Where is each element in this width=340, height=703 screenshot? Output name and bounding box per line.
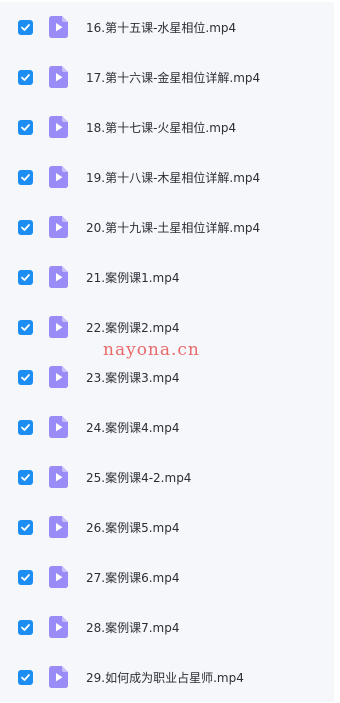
checkbox-checked-icon[interactable] [18, 219, 33, 235]
file-name[interactable]: 25.案例课4-2.mp4 [86, 469, 191, 486]
file-name[interactable]: 20.第十九课-土星相位详解.mp4 [86, 219, 260, 236]
checkbox-checked-icon[interactable] [18, 569, 33, 585]
file-name[interactable]: 16.第十五课-水星相位.mp4 [86, 19, 236, 36]
checkbox-checked-icon[interactable] [18, 19, 33, 35]
video-file-icon [49, 466, 68, 488]
file-name[interactable]: 27.案例课6.mp4 [86, 569, 179, 586]
file-name[interactable]: 24.案例课4.mp4 [86, 419, 179, 436]
file-row[interactable]: 17.第十六课-金星相位详解.mp4 [0, 52, 334, 102]
file-name[interactable]: 23.案例课3.mp4 [86, 369, 179, 386]
file-name[interactable]: 22.案例课2.mp4 [86, 319, 179, 336]
file-row[interactable]: 24.案例课4.mp4 [0, 402, 334, 452]
file-list: 16.第十五课-水星相位.mp4 17.第十六课-金星相位详解.mp4 18.第… [0, 2, 334, 702]
checkbox-checked-icon[interactable] [18, 519, 33, 535]
video-file-icon [49, 366, 68, 388]
checkbox-checked-icon[interactable] [18, 419, 33, 435]
video-file-icon [49, 616, 68, 638]
file-row[interactable]: 20.第十九课-土星相位详解.mp4 [0, 202, 334, 252]
video-file-icon [49, 416, 68, 438]
file-name[interactable]: 19.第十八课-木星相位详解.mp4 [86, 169, 260, 186]
file-row[interactable]: 21.案例课1.mp4 [0, 252, 334, 302]
file-row[interactable]: 22.案例课2.mp4 [0, 302, 334, 352]
checkbox-checked-icon[interactable] [18, 669, 33, 685]
file-name[interactable]: 26.案例课5.mp4 [86, 519, 179, 536]
video-file-icon [49, 316, 68, 338]
checkbox-checked-icon[interactable] [18, 619, 33, 635]
file-row[interactable]: 28.案例课7.mp4 [0, 602, 334, 652]
file-name[interactable]: 29.如何成为职业占星师.mp4 [86, 669, 244, 686]
checkbox-checked-icon[interactable] [18, 119, 33, 135]
file-row[interactable]: 19.第十八课-木星相位详解.mp4 [0, 152, 334, 202]
video-file-icon [49, 566, 68, 588]
file-name[interactable]: 28.案例课7.mp4 [86, 619, 179, 636]
video-file-icon [49, 16, 68, 38]
video-file-icon [49, 166, 68, 188]
file-row[interactable]: 29.如何成为职业占星师.mp4 [0, 652, 334, 702]
file-row[interactable]: 26.案例课5.mp4 [0, 502, 334, 552]
video-file-icon [49, 266, 68, 288]
checkbox-checked-icon[interactable] [18, 269, 33, 285]
video-file-icon [49, 216, 68, 238]
file-row[interactable]: 16.第十五课-水星相位.mp4 [0, 2, 334, 52]
checkbox-checked-icon[interactable] [18, 319, 33, 335]
video-file-icon [49, 116, 68, 138]
file-name[interactable]: 17.第十六课-金星相位详解.mp4 [86, 69, 260, 86]
file-row[interactable]: 27.案例课6.mp4 [0, 552, 334, 602]
video-file-icon [49, 516, 68, 538]
checkbox-checked-icon[interactable] [18, 169, 33, 185]
file-row[interactable]: 23.案例课3.mp4 [0, 352, 334, 402]
checkbox-checked-icon[interactable] [18, 69, 33, 85]
file-name[interactable]: 18.第十七课-火星相位.mp4 [86, 119, 236, 136]
video-file-icon [49, 66, 68, 88]
checkbox-checked-icon[interactable] [18, 469, 33, 485]
checkbox-checked-icon[interactable] [18, 369, 33, 385]
file-row[interactable]: 18.第十七课-火星相位.mp4 [0, 102, 334, 152]
file-name[interactable]: 21.案例课1.mp4 [86, 269, 179, 286]
video-file-icon [49, 666, 68, 688]
file-row[interactable]: 25.案例课4-2.mp4 [0, 452, 334, 502]
